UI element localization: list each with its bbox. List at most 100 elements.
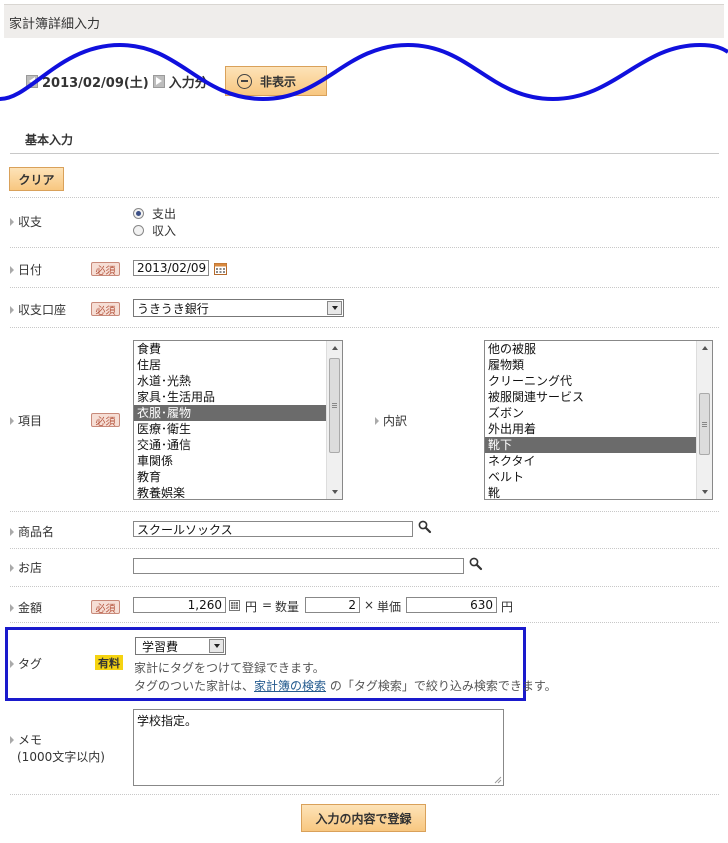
list-item[interactable]: 他の被服 [485,341,712,357]
quantity-input[interactable]: 2 [305,597,360,613]
account-select[interactable]: うきうき銀行 [133,299,344,317]
memo-textarea[interactable]: 学校指定。 [133,709,504,786]
scroll-up-icon[interactable] [697,341,712,355]
list-item[interactable]: 住居 [134,357,342,373]
list-item[interactable]: 被服関連サービス [485,389,712,405]
scroll-up-icon[interactable] [327,341,342,355]
chevron-down-icon[interactable] [327,301,342,315]
scroll-down-icon[interactable] [327,485,342,499]
shop-input[interactable] [133,558,464,574]
category-scrollbar[interactable] [326,341,342,499]
date-suffix: 入力分 [168,75,208,91]
triangle-bullet-icon [10,527,14,536]
yen-unit: 円 [501,600,514,614]
list-item[interactable]: 外出用着 [485,421,712,437]
list-item[interactable]: 交通･通信 [134,437,342,453]
submit-button[interactable]: 入力の内容で登録 [301,804,426,832]
row-divider [10,247,719,248]
shop-label-text: お店 [18,561,43,575]
type-label-text: 収支 [18,215,43,229]
account-label: 収支口座 [10,301,66,318]
tag-label-text: タグ [18,657,43,671]
list-item[interactable]: 教養娯楽 [134,485,342,499]
unit-price-input[interactable]: 630 [406,597,497,613]
row-divider [10,327,719,328]
tag-select[interactable]: 学習費 [135,637,226,655]
list-item[interactable]: 靴下 [485,437,712,453]
row-divider [10,197,719,198]
radio-income-icon[interactable] [133,225,144,236]
account-select-value: うきうき銀行 [137,301,209,316]
row-divider [10,511,719,512]
list-item[interactable]: 履物類 [485,357,712,373]
list-item[interactable]: 食費 [134,341,342,357]
list-item[interactable]: クリーニング代 [485,373,712,389]
triangle-bullet-icon [10,735,14,744]
resize-grip-icon[interactable] [494,776,502,784]
memo-value: 学校指定。 [137,714,198,728]
radio-expense-icon[interactable] [133,208,144,219]
date-label-text: 日付 [18,263,43,277]
radio-expense[interactable]: 支出 [133,205,176,222]
required-badge: 必須 [91,262,120,277]
row-divider [10,586,719,587]
category-listbox[interactable]: 食費 住居 水道･光熱 家具･生活用品 衣服･履物 医療･衛生 交通･通信 車関係 教育 教養娯楽 [133,340,343,500]
hide-button[interactable]: 非表示 [225,66,327,96]
prev-date-button[interactable] [26,74,38,88]
page-title: 家計簿詳細入力 [9,17,101,32]
scroll-down-icon[interactable] [697,485,712,499]
search-icon[interactable] [469,557,483,571]
tag-help-text-2: タグのついた家計は、家計簿の検索 の「タグ検索」で絞り込み検索できます。 [134,679,557,693]
triangle-bullet-icon [10,265,14,274]
current-date: 2013/02/09(土) [42,75,149,91]
triangle-bullet-icon [10,603,14,612]
list-item[interactable]: 教育 [134,469,342,485]
subcategory-listbox[interactable]: 他の被服 履物類 クリーニング代 被服関連サービス ズボン 外出用着 靴下 ネクタイ ベルト靴 [484,340,713,500]
calculator-icon[interactable] [229,600,240,611]
subcategory-scrollbar[interactable] [696,341,712,499]
category-label: 項目 [10,412,42,429]
page-title-bar: 家計簿詳細入力 [4,4,724,38]
tag-select-value: 学習費 [142,639,179,654]
row-divider [10,622,719,623]
amount-label-text: 金額 [18,601,43,615]
radio-income[interactable]: 収入 [133,222,176,239]
clear-button[interactable]: クリア [9,167,64,191]
category-label-text: 項目 [18,414,43,428]
search-icon[interactable] [418,520,432,534]
list-item[interactable]: ズボン [485,405,712,421]
next-date-button[interactable] [152,74,165,88]
arrow-left-icon [28,77,35,85]
date-input[interactable]: 2013/02/09 [133,260,209,276]
memo-label-text: メモ [18,733,43,747]
search-link[interactable]: 家計簿の検索 [254,679,326,693]
list-item[interactable]: 車関係 [134,453,342,469]
required-badge: 必須 [91,413,120,428]
list-item[interactable]: 医療･衛生 [134,421,342,437]
triangle-bullet-icon [10,659,14,668]
account-label-text: 収支口座 [18,303,67,317]
memo-limit: (1000文字以内) [17,750,105,764]
scroll-thumb[interactable] [329,358,340,453]
date-label: 日付 [10,261,42,278]
list-item[interactable]: ベルト [485,469,712,485]
scroll-thumb[interactable] [699,393,710,455]
list-item[interactable]: 靴 [485,485,712,499]
type-label: 収支 [10,213,42,230]
list-item[interactable]: 衣服･履物 [134,405,342,421]
amount-total-input[interactable]: 1,260 [133,597,226,613]
required-badge: 必須 [91,302,120,317]
list-item[interactable]: 水道･光熱 [134,373,342,389]
list-item[interactable]: ネクタイ [485,453,712,469]
list-item[interactable]: 家具･生活用品 [134,389,342,405]
times-sign: × [364,598,375,612]
tag-label: タグ [10,655,42,672]
row-divider [10,287,719,288]
tag-help-text: 家計にタグをつけて登録できます。 [134,661,325,675]
radio-expense-label: 支出 [152,207,177,221]
calendar-icon[interactable] [214,262,227,275]
hide-button-label: 非表示 [260,74,297,89]
chevron-down-icon[interactable] [209,639,224,653]
product-input[interactable]: スクールソックス [133,521,413,537]
row-divider [10,548,719,549]
